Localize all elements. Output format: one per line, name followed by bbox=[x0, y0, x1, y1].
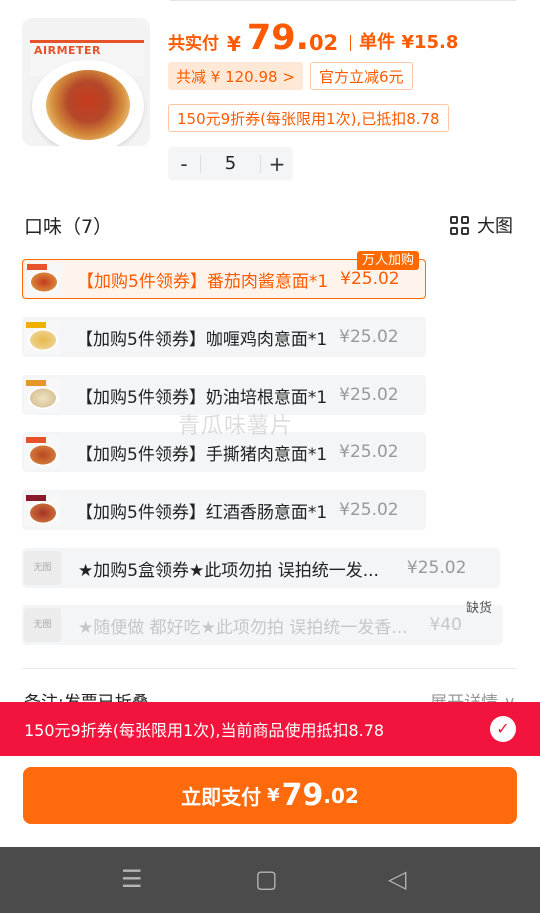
watermark-text: 青瓜味薯片 bbox=[178, 414, 294, 439]
decrement-button[interactable]: - bbox=[168, 152, 200, 176]
flavor-section-title: 口味（7） bbox=[24, 216, 113, 238]
product-image[interactable]: AIRMETER bbox=[22, 18, 150, 146]
flavor-option[interactable]: 【加购5件领券】咖喱鸡肉意面*1 ¥25.02 bbox=[22, 317, 426, 357]
brand-logo: AIRMETER bbox=[34, 44, 102, 57]
total-decimal: 02 bbox=[308, 31, 339, 55]
flavor-name: 【加购5件领券】番茄肉酱意面*1 bbox=[77, 271, 329, 292]
flavor-thumb bbox=[24, 378, 61, 412]
official-discount-chip: 官方立减6元 bbox=[310, 62, 413, 90]
flavor-price: ¥25.02 bbox=[340, 269, 400, 289]
top-divider bbox=[170, 0, 516, 1]
big-view-toggle[interactable]: 大图 bbox=[450, 212, 513, 238]
home-icon[interactable]: ▢ bbox=[255, 865, 278, 893]
pay-amount-integer: 79 bbox=[281, 778, 324, 813]
big-view-label: 大图 bbox=[477, 216, 513, 237]
flavor-price: ¥25.02 bbox=[406, 558, 467, 578]
total-currency: ¥ bbox=[227, 32, 241, 56]
flavor-price: ¥25.02 bbox=[339, 442, 399, 462]
coupon-banner[interactable]: 150元9折券(每张限用1次),当前商品使用抵扣8.78 ✓ bbox=[0, 702, 540, 756]
quantity-value[interactable]: 5 bbox=[200, 154, 261, 173]
total-label: 共实付 bbox=[168, 34, 219, 54]
flavor-price: ¥40 bbox=[429, 615, 462, 635]
system-navbar: ☰ ▢ ◁ bbox=[0, 847, 540, 913]
flavor-name: 【加购5件领券】手撕猪肉意面*1 bbox=[76, 444, 328, 465]
flavor-thumb bbox=[24, 320, 61, 354]
flavor-price: ¥25.02 bbox=[339, 327, 399, 347]
discount-total-chip[interactable]: 共减 ¥ 120.98 > bbox=[168, 62, 303, 90]
quantity-stepper: - 5 + bbox=[168, 147, 293, 180]
flavor-thumb bbox=[24, 435, 61, 469]
flavor-thumb bbox=[25, 262, 62, 296]
grid-icon bbox=[450, 215, 469, 235]
flavor-price: ¥25.02 bbox=[339, 385, 399, 405]
flavor-option-disabled: 无图 ★随便做 都好吃★此项勿拍 误拍统一发香... ¥40 bbox=[22, 605, 503, 645]
check-icon[interactable]: ✓ bbox=[490, 716, 516, 742]
increment-button[interactable]: + bbox=[261, 152, 293, 176]
flavor-option[interactable]: 无图 ★加购5盒领券★此项勿拍 误拍统一发... ¥25.02 bbox=[22, 548, 500, 588]
flavor-price: ¥25.02 bbox=[339, 500, 399, 520]
pay-now-button[interactable]: 立即支付 ¥ 79 .02 bbox=[23, 767, 517, 824]
menu-icon[interactable]: ☰ bbox=[121, 865, 143, 893]
out-of-stock-tag: 缺货 bbox=[466, 601, 493, 616]
flavor-name: 【加购5件领券】奶油培根意面*1 bbox=[76, 387, 328, 408]
popular-badge: 万人加购 bbox=[357, 251, 420, 270]
flavor-name: 【加购5件领券】红酒香肠意面*1 bbox=[76, 502, 328, 523]
flavor-thumb bbox=[24, 493, 61, 527]
no-image-placeholder: 无图 bbox=[24, 551, 61, 585]
section-divider bbox=[22, 668, 516, 669]
unit-price: 单件 ¥15.8 bbox=[359, 32, 459, 53]
flavor-name: ★加购5盒领券★此项勿拍 误拍统一发... bbox=[78, 560, 379, 581]
coupon-chip: 150元9折券(每张限用1次),已抵扣8.78 bbox=[168, 104, 449, 132]
pay-label: 立即支付 bbox=[181, 785, 262, 809]
flavor-name: ★随便做 都好吃★此项勿拍 误拍统一发香... bbox=[78, 617, 408, 638]
pay-currency: ¥ bbox=[267, 785, 280, 806]
coupon-banner-text: 150元9折券(每张限用1次),当前商品使用抵扣8.78 bbox=[24, 721, 385, 740]
total-integer: 79. bbox=[246, 18, 309, 58]
price-separator bbox=[350, 35, 352, 51]
no-image-placeholder: 无图 bbox=[24, 608, 61, 642]
pay-amount-decimal: .02 bbox=[323, 783, 359, 808]
back-icon[interactable]: ◁ bbox=[388, 865, 406, 893]
pasta-art bbox=[46, 70, 130, 140]
flavor-name: 【加购5件领券】咖喱鸡肉意面*1 bbox=[76, 329, 328, 350]
total-price-row: 共实付 ¥ 79. 02 单件 ¥15.8 bbox=[168, 16, 458, 62]
flavor-option[interactable]: 【加购5件领券】红酒香肠意面*1 ¥25.02 bbox=[22, 490, 426, 530]
